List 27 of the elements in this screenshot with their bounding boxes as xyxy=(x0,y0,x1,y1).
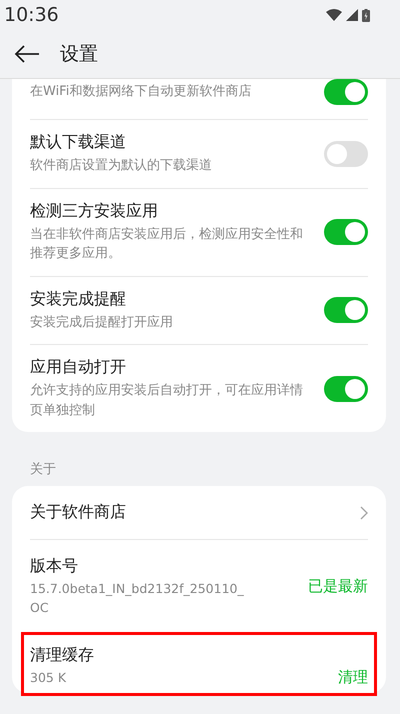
setting-description: 当在非软件商店安装应用后，检测应用安全性和推荐更多应用。 xyxy=(30,226,304,263)
wifi-icon xyxy=(326,9,342,21)
back-icon[interactable] xyxy=(14,45,40,63)
setting-description: 允许支持的应用安装后自动打开，可在应用详情页单独控制 xyxy=(30,382,304,420)
item-title[interactable]: 清理缓存 xyxy=(30,644,245,666)
status-time: 10:36 xyxy=(4,4,59,26)
setting-title: 默认下载渠道 xyxy=(30,132,127,153)
toggle-switch[interactable] xyxy=(324,297,368,324)
setting-title: 检测三方安装应用 xyxy=(30,200,159,222)
setting-description: 在WiFi和数据网络下自动更新软件商店 xyxy=(30,83,252,102)
item-title[interactable]: 版本号 xyxy=(30,556,245,577)
chevron-icon xyxy=(360,506,368,520)
page-title: 设置 xyxy=(60,42,98,67)
toggle-switch[interactable] xyxy=(324,79,368,105)
toggle-switch[interactable] xyxy=(324,376,368,402)
setting-description: 软件商店设置为默认的下载渠道 xyxy=(30,157,212,175)
setting-description: 安装完成后提醒打开应用 xyxy=(30,314,173,332)
signal-icon xyxy=(346,9,358,21)
item-value: 15.7.0beta1_IN_bd2132f_250110_OC xyxy=(30,580,245,617)
toggle-switch[interactable] xyxy=(324,140,368,167)
item-value: 305 K xyxy=(30,668,68,686)
toggle-switch[interactable] xyxy=(324,219,368,245)
section-title: 关于 xyxy=(29,461,57,479)
item-title[interactable]: 关于软件商店 xyxy=(30,502,126,523)
setting-title: 应用自动打开 xyxy=(30,357,127,378)
battery-icon xyxy=(362,8,370,22)
setting-title: 安装完成提醒 xyxy=(30,288,127,310)
